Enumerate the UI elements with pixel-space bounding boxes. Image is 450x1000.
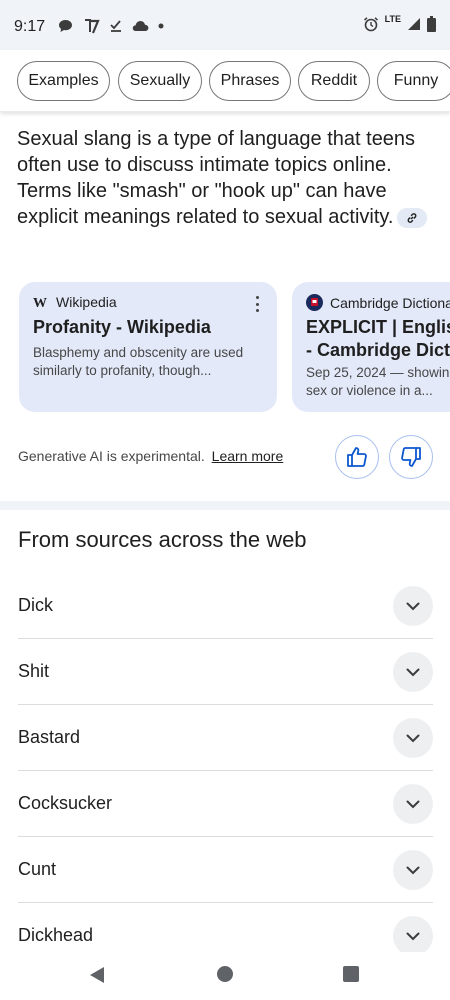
accordion-label: Cunt — [18, 859, 57, 879]
wikipedia-logo-icon: W — [33, 296, 47, 309]
signal-icon — [408, 18, 420, 30]
alarm-icon — [363, 17, 378, 32]
tasks-check-icon — [110, 20, 121, 32]
expand-button[interactable] — [393, 586, 433, 626]
chevron-down-icon — [406, 602, 420, 610]
cloud-icon — [132, 21, 149, 31]
system-navigation-bar — [0, 952, 450, 1000]
svg-text:W: W — [33, 296, 47, 309]
network-type: LTE — [384, 14, 401, 24]
chat-bubble-icon — [59, 20, 72, 32]
card-source-name: Wikipedia — [56, 294, 117, 310]
chevron-down-icon — [406, 668, 420, 676]
thumbs-up-button[interactable] — [335, 435, 379, 479]
accordion-item-dick[interactable]: Dick — [18, 573, 433, 639]
thumbs-down-button[interactable] — [389, 435, 433, 479]
expand-button[interactable] — [393, 916, 433, 956]
source-card-wikipedia[interactable]: W Wikipedia Profanity - Wikipedia Blasph… — [19, 282, 277, 412]
card-title: Profanity - Wikipedia — [33, 317, 211, 337]
chip-funny[interactable]: Funny — [377, 61, 450, 101]
expand-button[interactable] — [393, 850, 433, 890]
recent-apps-icon[interactable] — [343, 966, 359, 982]
chip-phrases[interactable]: Phrases — [209, 61, 291, 101]
expand-button[interactable] — [393, 718, 433, 758]
citation-link-button[interactable] — [397, 207, 428, 228]
cambridge-logo-icon — [306, 294, 323, 311]
ai-overview-answer: Sexual slang is a type of language that … — [17, 126, 433, 230]
chip-reddit[interactable]: Reddit — [298, 61, 370, 101]
chevron-down-icon — [406, 932, 420, 940]
expand-button[interactable] — [393, 784, 433, 824]
chevron-down-icon — [406, 734, 420, 742]
status-bar: 9:17 LTE — [0, 0, 450, 50]
section-title: From sources across the web — [18, 527, 307, 552]
chip-sexually[interactable]: Sexually — [118, 61, 202, 101]
status-time: 9:17 — [14, 18, 46, 35]
accordion-label: Dickhead — [18, 925, 94, 945]
card-snippet: Blasphemy and obscenity are used similar… — [33, 345, 244, 378]
expand-button[interactable] — [393, 652, 433, 692]
accordion-item-cunt[interactable]: Cunt — [18, 837, 433, 903]
accordion-item-cocksucker[interactable]: Cocksucker — [18, 771, 433, 837]
disclaimer-text: Generative AI is experimental. — [18, 448, 205, 464]
accordion-item-shit[interactable]: Shit — [18, 639, 433, 705]
status-system-icons: LTE — [363, 14, 436, 32]
card-source: Cambridge Dictionary — [306, 294, 450, 311]
accordion-label: Dick — [18, 595, 53, 615]
more-options-icon[interactable] — [253, 296, 261, 312]
card-source-name: Cambridge Dictionary — [330, 294, 450, 311]
chevron-down-icon — [406, 800, 420, 808]
battery-icon — [427, 16, 436, 32]
related-search-chips: Examples Sexually Phrases Reddit Funny — [0, 50, 450, 112]
accordion-item-bastard[interactable]: Bastard — [18, 705, 433, 771]
generative-ai-disclaimer: Generative AI is experimental. Learn mor… — [18, 448, 283, 464]
link-icon — [408, 212, 417, 223]
answer-text: Sexual slang is a type of language that … — [17, 128, 416, 228]
accordion-label: Cocksucker — [18, 793, 113, 813]
chip-examples[interactable]: Examples — [17, 61, 110, 101]
chevron-down-icon — [406, 866, 420, 874]
card-source: W Wikipedia — [33, 294, 117, 310]
back-icon[interactable] — [89, 966, 105, 984]
dot-icon — [158, 23, 164, 29]
card-snippet: Sep 25, 2024 — showing or talking about … — [306, 365, 450, 398]
messenger-icon — [85, 19, 100, 34]
source-card-cambridge[interactable]: Cambridge Dictionary EXPLICIT | English … — [292, 282, 450, 412]
accordion-label: Bastard — [18, 727, 81, 747]
accordion-label: Shit — [18, 661, 50, 681]
thumbs-down-icon — [401, 447, 421, 467]
section-divider — [0, 501, 450, 510]
thumbs-up-icon — [347, 447, 367, 467]
card-title: EXPLICIT | English meaning - Cambridge D… — [306, 317, 450, 360]
status-notification-icons — [58, 17, 164, 35]
learn-more-link[interactable]: Learn more — [212, 448, 284, 464]
home-icon[interactable] — [217, 966, 233, 982]
